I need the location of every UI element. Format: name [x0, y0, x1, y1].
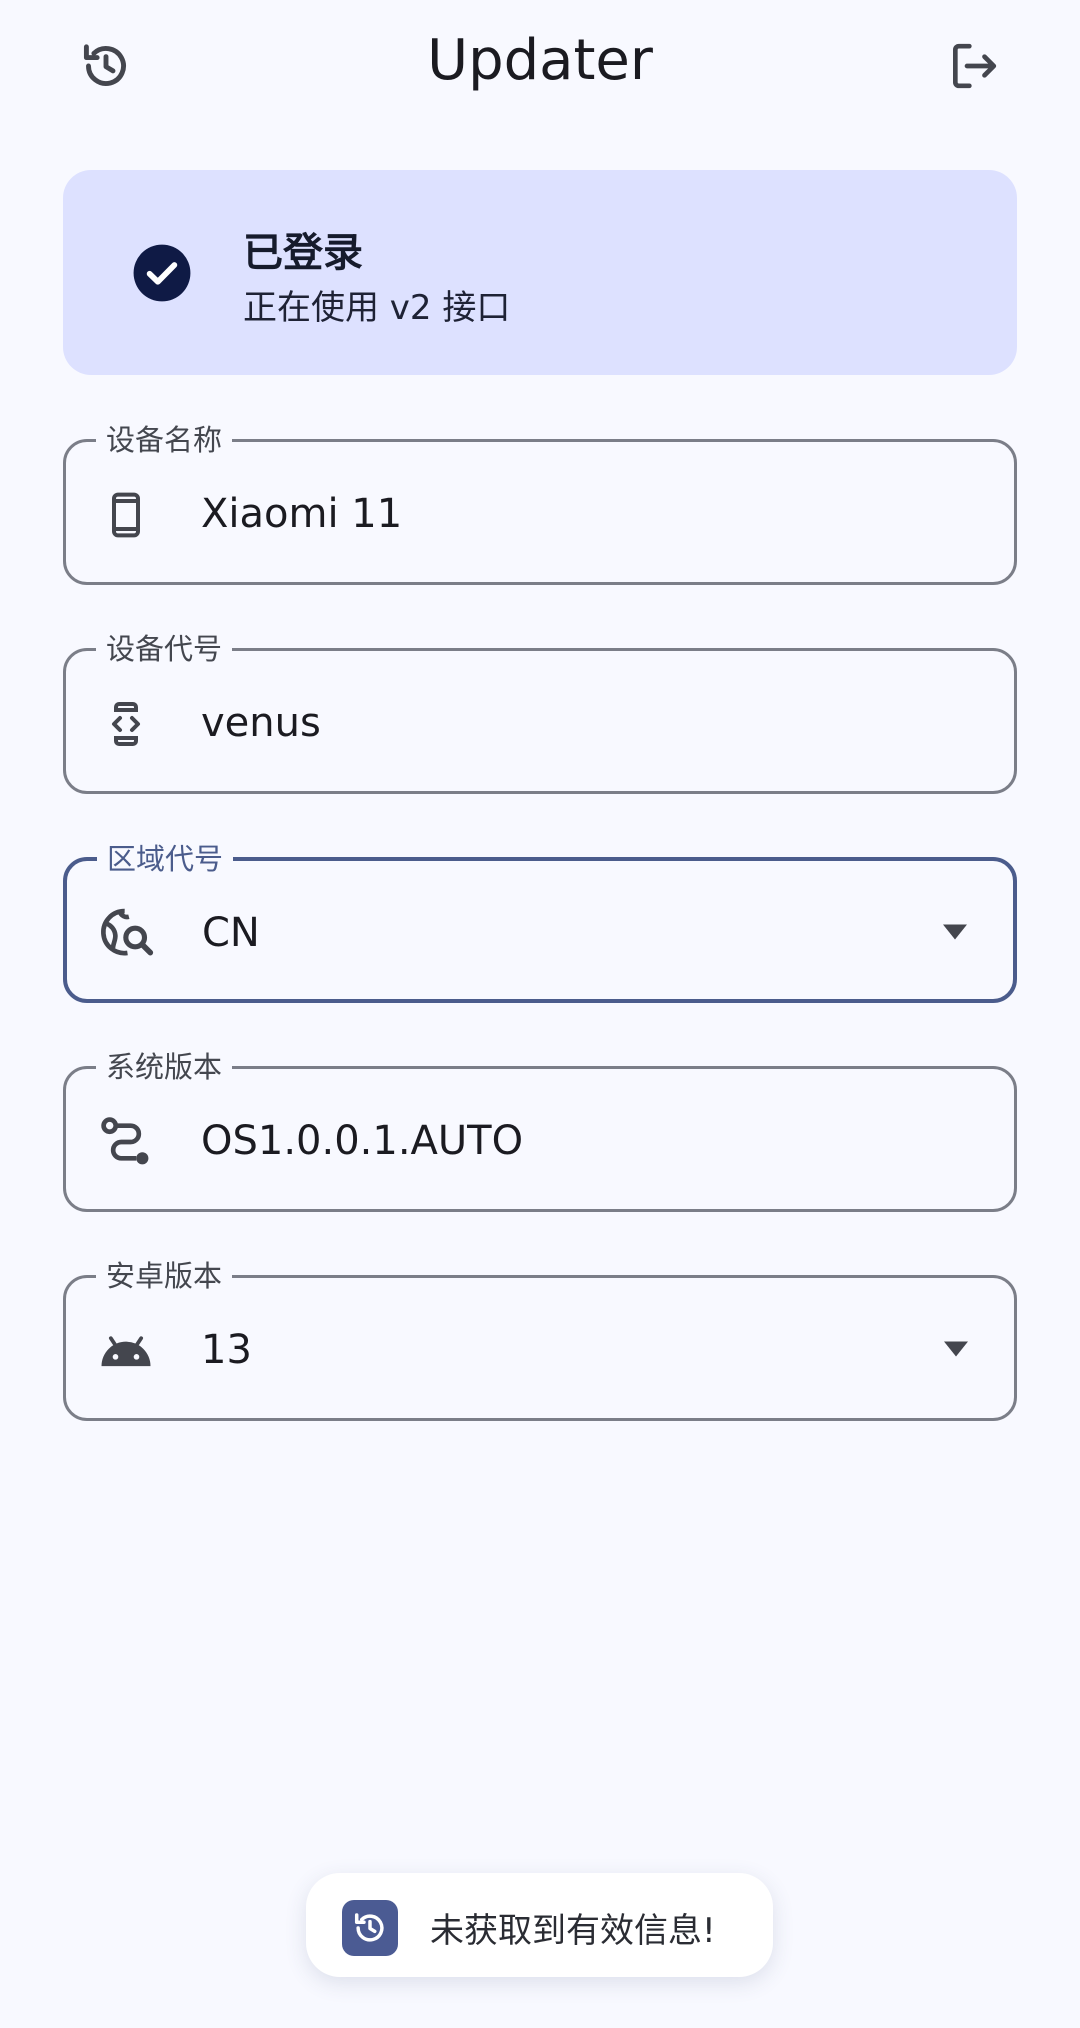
login-status-subtitle: 正在使用 v2 接口 [243, 288, 511, 328]
check-circle-icon [133, 244, 191, 302]
smartphone-icon [98, 487, 154, 543]
android-icon [98, 1323, 154, 1379]
field-label: 设备代号 [96, 627, 233, 671]
region-code-field[interactable]: 区域代号 CN [63, 837, 1017, 1003]
developer-mode-icon [98, 696, 154, 752]
travel-explore-icon [99, 906, 155, 962]
field-value: 13 [201, 1327, 252, 1373]
device-code-field[interactable]: 设备代号 venus [63, 627, 1017, 794]
route-icon [98, 1114, 154, 1170]
field-label: 区域代号 [97, 837, 234, 881]
logout-icon [953, 43, 997, 89]
field-value: Xiaomi 11 [201, 491, 403, 537]
toast-message: 未获取到有效信息! [306, 1873, 773, 1977]
toast-text: 未获取到有效信息! [430, 1911, 716, 1951]
device-name-field[interactable]: 设备名称 Xiaomi 11 [63, 418, 1017, 585]
field-label: 设备名称 [96, 418, 233, 462]
field-label: 系统版本 [96, 1045, 233, 1089]
history-icon [342, 1900, 398, 1956]
logout-button[interactable] [930, 22, 1018, 110]
login-status-title: 已登录 [243, 230, 363, 276]
app-title: Updater [427, 28, 653, 93]
top-app-bar: Updater [0, 0, 1080, 130]
dropdown-arrow-icon[interactable] [938, 1334, 974, 1364]
dropdown-arrow-icon[interactable] [937, 917, 973, 947]
login-status-card: 已登录 正在使用 v2 接口 [63, 170, 1017, 375]
field-value: CN [202, 910, 260, 956]
field-label: 安卓版本 [96, 1254, 233, 1298]
field-value: OS1.0.0.1.AUTO [201, 1118, 524, 1164]
field-value: venus [201, 700, 321, 746]
system-version-field[interactable]: 系统版本 OS1.0.0.1.AUTO [63, 1045, 1017, 1212]
android-version-field[interactable]: 安卓版本 13 [63, 1254, 1017, 1421]
